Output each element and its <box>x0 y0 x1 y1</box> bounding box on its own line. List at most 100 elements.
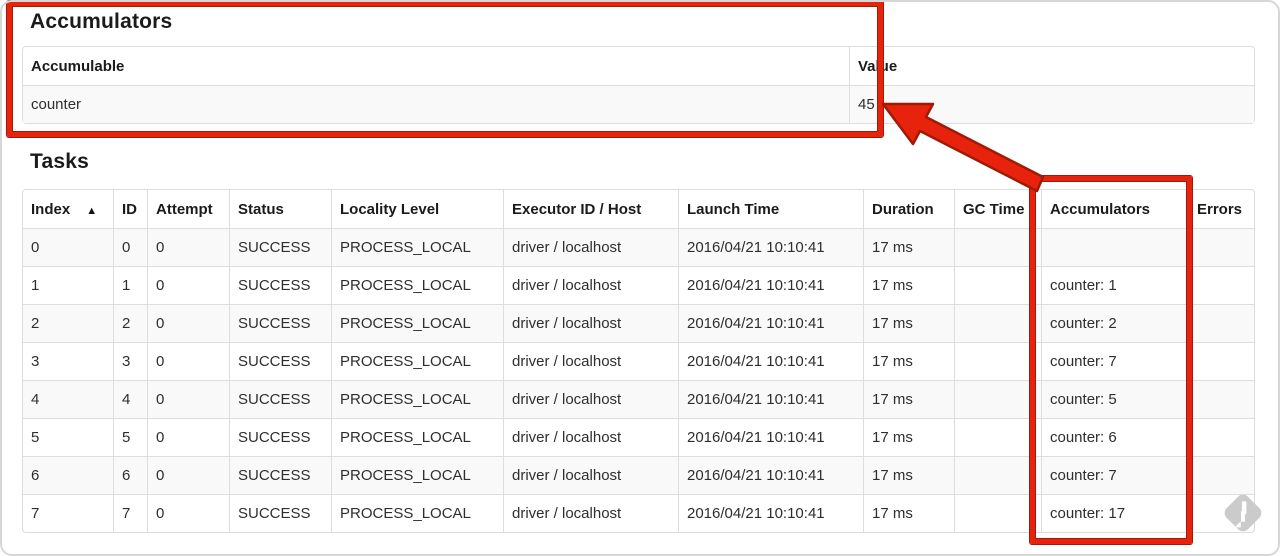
task-row: 1 1 0 SUCCESS PROCESS_LOCAL driver / localhos… <box>23 266 1254 304</box>
task-cell-status: SUCCESS <box>229 418 331 456</box>
task-cell-index: 7 <box>23 494 113 532</box>
task-cell-duration: 17 ms <box>863 266 954 304</box>
task-cell-launch-time: 2016/04/21 10:10:41 <box>678 304 863 342</box>
task-row: 7 7 0 SUCCESS PROCESS_LOCAL driver / localhos… <box>23 494 1254 532</box>
accumulator-row: counter 45 <box>23 85 1254 123</box>
column-header-launch-time[interactable]: Launch Time <box>678 190 863 228</box>
tasks-table-body: 0 0 0 SUCCESS PROCESS_LOCAL driver / localhos… <box>23 228 1254 532</box>
task-cell-status: SUCCESS <box>229 304 331 342</box>
task-cell-duration: 17 ms <box>863 304 954 342</box>
task-cell-id: 6 <box>113 456 147 494</box>
task-cell-errors <box>1188 266 1254 304</box>
column-header-accumulators[interactable]: Accumulators <box>1041 190 1188 228</box>
task-cell-index: 5 <box>23 418 113 456</box>
column-header-attempt[interactable]: Attempt <box>147 190 229 228</box>
task-cell-duration: 17 ms <box>863 342 954 380</box>
task-cell-accumulators: counter: 1 <box>1041 266 1188 304</box>
task-cell-gc-time <box>954 456 1041 494</box>
task-cell-accumulators <box>1041 228 1188 266</box>
task-cell-launch-time: 2016/04/21 10:10:41 <box>678 418 863 456</box>
task-cell-index: 0 <box>23 228 113 266</box>
column-header-duration[interactable]: Duration <box>863 190 954 228</box>
column-header-accumulable: Accumulable <box>31 57 125 75</box>
task-cell-id: 2 <box>113 304 147 342</box>
task-cell-gc-time <box>954 304 1041 342</box>
task-cell-id: 4 <box>113 380 147 418</box>
task-cell-errors <box>1188 342 1254 380</box>
task-cell-launch-time: 2016/04/21 10:10:41 <box>678 266 863 304</box>
task-cell-errors <box>1188 418 1254 456</box>
task-row: 5 5 0 SUCCESS PROCESS_LOCAL driver / localhos… <box>23 418 1254 456</box>
task-cell-executor-id-host: driver / localhost <box>503 494 678 532</box>
accumulators-header-row: Accumulable Value <box>23 47 1254 85</box>
task-cell-duration: 17 ms <box>863 494 954 532</box>
task-cell-locality-level: PROCESS_LOCAL <box>331 456 503 494</box>
task-cell-executor-id-host: driver / localhost <box>503 342 678 380</box>
task-cell-gc-time <box>954 266 1041 304</box>
task-cell-executor-id-host: driver / localhost <box>503 418 678 456</box>
task-cell-gc-time <box>954 228 1041 266</box>
task-cell-attempt: 0 <box>147 456 229 494</box>
accumulators-section-title: Accumulators <box>30 10 173 33</box>
task-cell-executor-id-host: driver / localhost <box>503 380 678 418</box>
task-cell-gc-time <box>954 380 1041 418</box>
task-cell-locality-level: PROCESS_LOCAL <box>331 266 503 304</box>
task-cell-index: 3 <box>23 342 113 380</box>
task-row: 6 6 0 SUCCESS PROCESS_LOCAL driver / localhos… <box>23 456 1254 494</box>
column-header-errors[interactable]: Errors <box>1188 190 1254 228</box>
task-cell-duration: 17 ms <box>863 418 954 456</box>
task-cell-duration: 17 ms <box>863 380 954 418</box>
task-row: 2 2 0 SUCCESS PROCESS_LOCAL driver / localhos… <box>23 304 1254 342</box>
skitch-watermark-icon <box>1224 494 1262 532</box>
task-cell-status: SUCCESS <box>229 380 331 418</box>
column-header-id[interactable]: ID <box>113 190 147 228</box>
task-cell-gc-time <box>954 342 1041 380</box>
task-cell-accumulators: counter: 2 <box>1041 304 1188 342</box>
task-cell-executor-id-host: driver / localhost <box>503 228 678 266</box>
task-cell-status: SUCCESS <box>229 342 331 380</box>
task-cell-status: SUCCESS <box>229 266 331 304</box>
task-cell-locality-level: PROCESS_LOCAL <box>331 304 503 342</box>
task-cell-id: 5 <box>113 418 147 456</box>
task-cell-locality-level: PROCESS_LOCAL <box>331 418 503 456</box>
tasks-header-row: Index ▲ ID Attempt Status Locality Level Execu… <box>23 190 1254 228</box>
accumulable-value-cell: 45 <box>849 85 1254 123</box>
task-cell-duration: 17 ms <box>863 456 954 494</box>
task-cell-attempt: 0 <box>147 418 229 456</box>
tasks-table: Index ▲ ID Attempt Status Locality Level Execu… <box>22 189 1255 533</box>
task-row: 3 3 0 SUCCESS PROCESS_LOCAL driver / localhos… <box>23 342 1254 380</box>
task-cell-accumulators: counter: 6 <box>1041 418 1188 456</box>
task-cell-id: 0 <box>113 228 147 266</box>
task-row: 0 0 0 SUCCESS PROCESS_LOCAL driver / localhos… <box>23 228 1254 266</box>
task-cell-id: 7 <box>113 494 147 532</box>
task-cell-attempt: 0 <box>147 304 229 342</box>
task-cell-accumulators: counter: 7 <box>1041 456 1188 494</box>
column-header-index[interactable]: Index ▲ <box>23 190 113 228</box>
task-row: 4 4 0 SUCCESS PROCESS_LOCAL driver / localhos… <box>23 380 1254 418</box>
task-cell-status: SUCCESS <box>229 494 331 532</box>
task-cell-locality-level: PROCESS_LOCAL <box>331 342 503 380</box>
column-header-locality-level[interactable]: Locality Level <box>331 190 503 228</box>
task-cell-locality-level: PROCESS_LOCAL <box>331 494 503 532</box>
task-cell-index: 4 <box>23 380 113 418</box>
task-cell-executor-id-host: driver / localhost <box>503 266 678 304</box>
task-cell-accumulators: counter: 7 <box>1041 342 1188 380</box>
task-cell-launch-time: 2016/04/21 10:10:41 <box>678 228 863 266</box>
column-header-executor-id-host[interactable]: Executor ID / Host <box>503 190 678 228</box>
task-cell-gc-time <box>954 418 1041 456</box>
task-cell-attempt: 0 <box>147 380 229 418</box>
tasks-section-title: Tasks <box>30 150 89 173</box>
task-cell-duration: 17 ms <box>863 228 954 266</box>
task-cell-executor-id-host: driver / localhost <box>503 456 678 494</box>
task-cell-locality-level: PROCESS_LOCAL <box>331 380 503 418</box>
task-cell-attempt: 0 <box>147 266 229 304</box>
task-cell-attempt: 0 <box>147 494 229 532</box>
task-cell-accumulators: counter: 5 <box>1041 380 1188 418</box>
task-cell-attempt: 0 <box>147 228 229 266</box>
task-cell-launch-time: 2016/04/21 10:10:41 <box>678 342 863 380</box>
column-header-status[interactable]: Status <box>229 190 331 228</box>
task-cell-locality-level: PROCESS_LOCAL <box>331 228 503 266</box>
column-header-gc-time[interactable]: GC Time <box>954 190 1041 228</box>
task-cell-errors <box>1188 228 1254 266</box>
task-cell-status: SUCCESS <box>229 456 331 494</box>
